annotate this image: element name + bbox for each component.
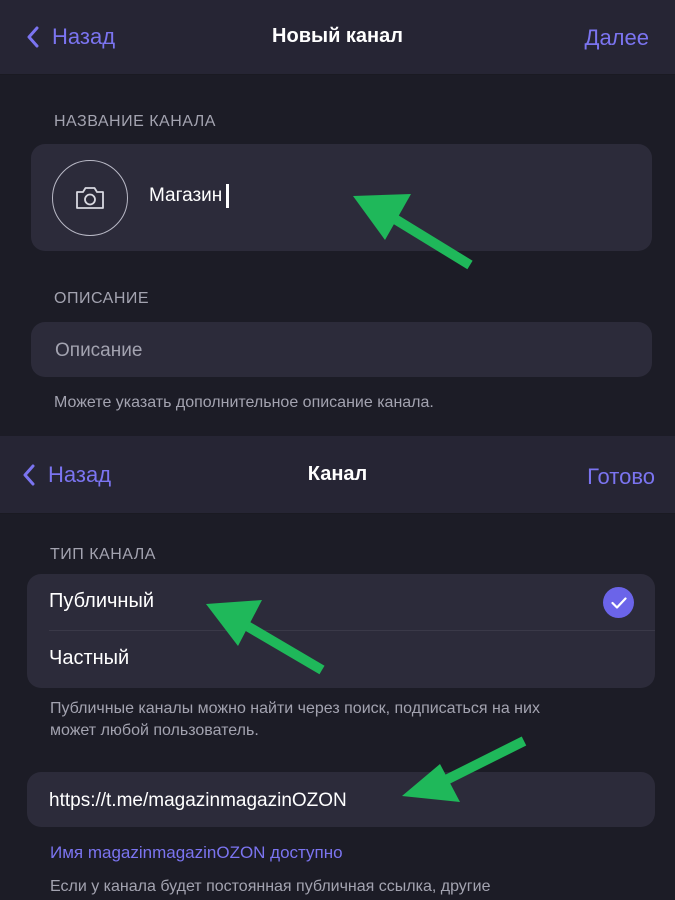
channel-name-header: НАЗВАНИЕ КАНАЛА [54,113,216,130]
public-link-hint: Если у канала будет постоянная публичная… [50,878,491,895]
option-private-label: Частный [49,647,130,669]
navigation-bar: Назад Канал Готово [0,436,675,514]
text-caret [226,184,230,208]
option-private[interactable]: Частный [27,631,655,688]
page-title: Новый канал [272,25,403,47]
channel-settings-screen: Назад Канал Готово ТИП КАНАЛА Публичный … [0,436,675,900]
public-link-input[interactable]: https://t.me/magazinmagazinOZON [49,790,347,812]
option-public[interactable]: Публичный [27,574,655,631]
description-card: Описание [31,322,652,377]
set-photo-button[interactable] [52,160,128,236]
description-input[interactable]: Описание [55,340,142,362]
navigation-bar: Назад Новый канал Далее [0,0,675,75]
done-button[interactable]: Готово [587,464,655,490]
channel-type-hint: Публичные каналы можно найти через поиск… [50,698,540,742]
next-button[interactable]: Далее [585,25,649,51]
new-channel-screen: Назад Новый канал Далее НАЗВАНИЕ КАНАЛА … [0,0,675,436]
public-link-card: https://t.me/magazinmagazinOZON [27,772,655,827]
description-hint: Можете указать дополнительное описание к… [54,394,434,411]
channel-name-value: Магазин [149,185,223,206]
page-title: Канал [307,463,368,485]
camera-icon [76,187,104,209]
checkmark-icon [603,587,634,618]
description-header: ОПИСАНИЕ [54,290,150,307]
channel-type-card: Публичный Частный [27,574,655,688]
hint-line-1: Публичные каналы можно найти через поиск… [50,700,540,717]
link-availability-status: Имя magazinmagazinOZON доступно [50,843,343,862]
hint-line-2: может любой пользователь. [50,722,259,739]
channel-name-input[interactable]: Магазин [149,184,230,208]
channel-name-card: Магазин [31,144,652,251]
option-public-label: Публичный [49,590,155,612]
channel-type-header: ТИП КАНАЛА [50,546,156,563]
